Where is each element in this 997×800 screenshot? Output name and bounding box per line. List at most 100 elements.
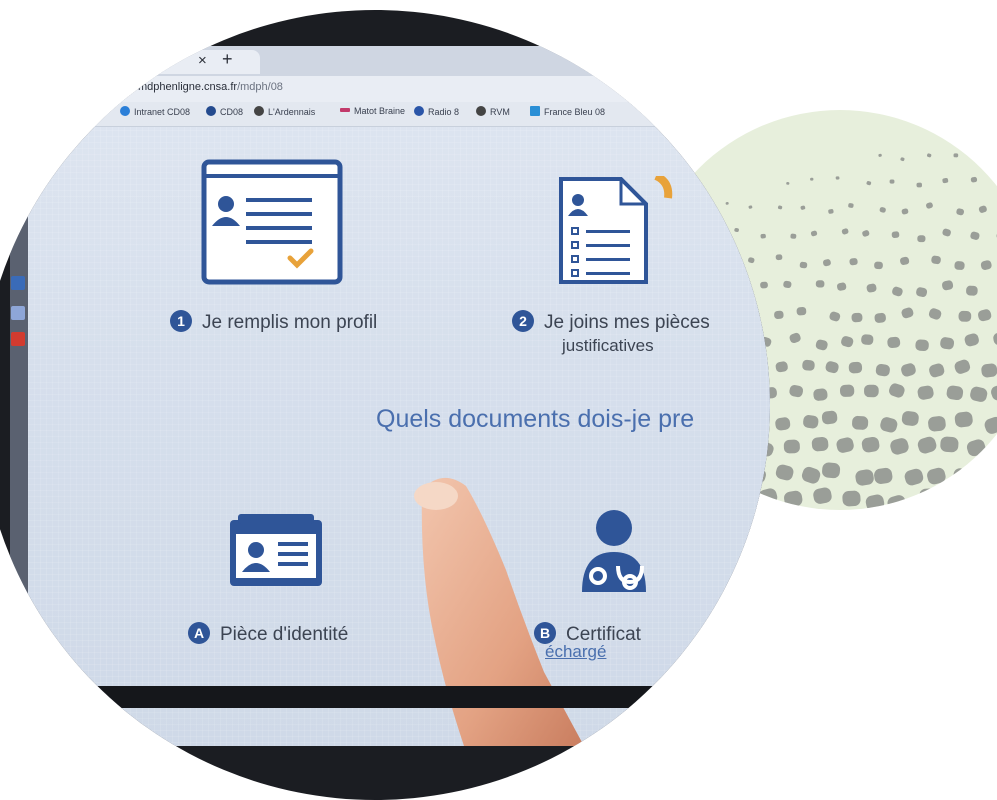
step-2-label: 2Je joins mes pièces: [512, 310, 710, 334]
decorative-dot: [836, 282, 846, 291]
decorative-dot: [800, 465, 822, 485]
decorative-dot: [848, 362, 862, 374]
decorative-dot: [848, 203, 854, 208]
pdf-reader-icon[interactable]: [11, 332, 25, 346]
decorative-dot: [942, 178, 949, 184]
decorative-dot: [840, 335, 854, 348]
decorative-dot: [940, 337, 955, 350]
decorative-dot: [786, 182, 789, 185]
decorative-dot: [842, 490, 861, 506]
bookmark-cd08[interactable]: CD08: [206, 106, 243, 117]
decorative-dot: [970, 177, 977, 183]
os-taskbar: [10, 126, 28, 746]
app-icon[interactable]: [11, 306, 25, 320]
decorative-dot: [828, 209, 834, 214]
new-tab-icon[interactable]: +: [222, 49, 233, 70]
decorative-dot: [861, 334, 874, 345]
decorative-dot: [825, 360, 840, 374]
decorative-dot: [864, 385, 879, 398]
decorative-dot: [965, 438, 987, 458]
decorative-dot: [816, 280, 825, 288]
decorative-dot: [928, 362, 946, 378]
decorative-dot: [886, 494, 908, 510]
decorative-dot: [939, 492, 958, 509]
bookmark-rvm[interactable]: RVM: [476, 106, 510, 117]
decorative-dot: [810, 230, 817, 237]
decorative-dot: [901, 208, 909, 215]
decorative-dot: [888, 382, 906, 399]
decorative-dot: [915, 287, 927, 298]
decorative-dot: [800, 205, 805, 210]
bookmark-ardennais[interactable]: L'Ardennais: [254, 106, 315, 117]
decorative-dot: [861, 436, 880, 453]
step-number-badge: 2: [512, 310, 534, 332]
decorative-dot: [970, 231, 981, 241]
decorative-dot: [903, 467, 925, 487]
bookmark-francebleu[interactable]: France Bleu 08: [530, 106, 605, 117]
section-heading: Quels documents dois-je pre: [376, 405, 694, 434]
decorative-dot: [915, 339, 929, 351]
monitor-screen: × + mdphenligne.cnsa.fr/mdph/08 Intranet…: [10, 46, 770, 746]
bookmark-intranet[interactable]: Intranet CD08: [120, 106, 190, 117]
decorative-dot: [891, 231, 899, 238]
decorative-dot: [901, 410, 919, 426]
step-2-label-line2: justificatives: [562, 336, 654, 356]
close-tab-icon[interactable]: ×: [198, 52, 207, 69]
decorative-dot: [841, 228, 849, 235]
step-1-label: 1Je remplis mon profil: [170, 310, 377, 334]
decorative-dot: [879, 207, 886, 214]
decorative-dot: [900, 362, 917, 378]
decorative-dot: [954, 261, 965, 270]
decorative-dot: [983, 415, 997, 436]
decorative-dot: [788, 332, 801, 344]
decorative-dot: [796, 307, 806, 316]
bookmark-radio8[interactable]: Radio 8: [414, 106, 459, 117]
decorative-dot: [925, 202, 933, 210]
decorative-dot: [941, 280, 953, 291]
decorative-dot: [811, 436, 829, 451]
decorative-dot: [783, 490, 803, 508]
decorative-dot: [835, 436, 855, 454]
decorative-dot: [851, 313, 862, 323]
decorative-dot: [969, 385, 989, 403]
bookmark-icon: [206, 106, 216, 116]
bookmark-icon: [476, 106, 486, 116]
browser-tab[interactable]: [110, 50, 260, 74]
bookmark-icon: [254, 106, 264, 116]
decorative-dot: [954, 411, 973, 428]
decorative-dot: [849, 258, 858, 266]
decorative-dot: [813, 388, 828, 401]
bookmark-matot[interactable]: Matot Braine: [340, 106, 405, 116]
decorative-dot: [940, 436, 959, 452]
photo-circle: × + mdphenligne.cnsa.fr/mdph/08 Intranet…: [0, 10, 770, 800]
decorative-dot: [931, 255, 942, 264]
url-text[interactable]: mdphenligne.cnsa.fr/mdph/08: [138, 81, 283, 93]
decorative-dot: [916, 183, 922, 188]
decorative-dot: [927, 153, 932, 158]
decorative-dot: [889, 437, 910, 456]
decorative-dot: [822, 259, 831, 267]
decorative-dot: [873, 467, 893, 485]
app-icon[interactable]: [11, 276, 25, 290]
decorative-dot: [946, 385, 964, 401]
decorative-dot: [983, 152, 989, 157]
decorative-dot: [784, 439, 801, 453]
decorative-dot: [852, 416, 869, 431]
decorative-dot: [967, 494, 988, 510]
decorative-dot: [802, 360, 815, 371]
id-card-icon: [228, 512, 324, 588]
decorative-dot: [953, 358, 972, 375]
decorative-dot: [952, 467, 973, 486]
address-bar[interactable]: [10, 76, 770, 102]
decorative-dot: [783, 280, 792, 288]
decorative-dot: [899, 256, 909, 265]
decorative-dot: [887, 336, 901, 348]
decorative-dot: [836, 176, 840, 179]
decorative-dot: [992, 331, 997, 345]
decorative-dot: [989, 383, 997, 402]
decorative-dot: [775, 463, 795, 481]
decorative-dot: [875, 363, 890, 377]
decorative-dot: [862, 230, 870, 238]
decorative-dot: [874, 262, 883, 269]
decorative-dot: [840, 384, 855, 397]
